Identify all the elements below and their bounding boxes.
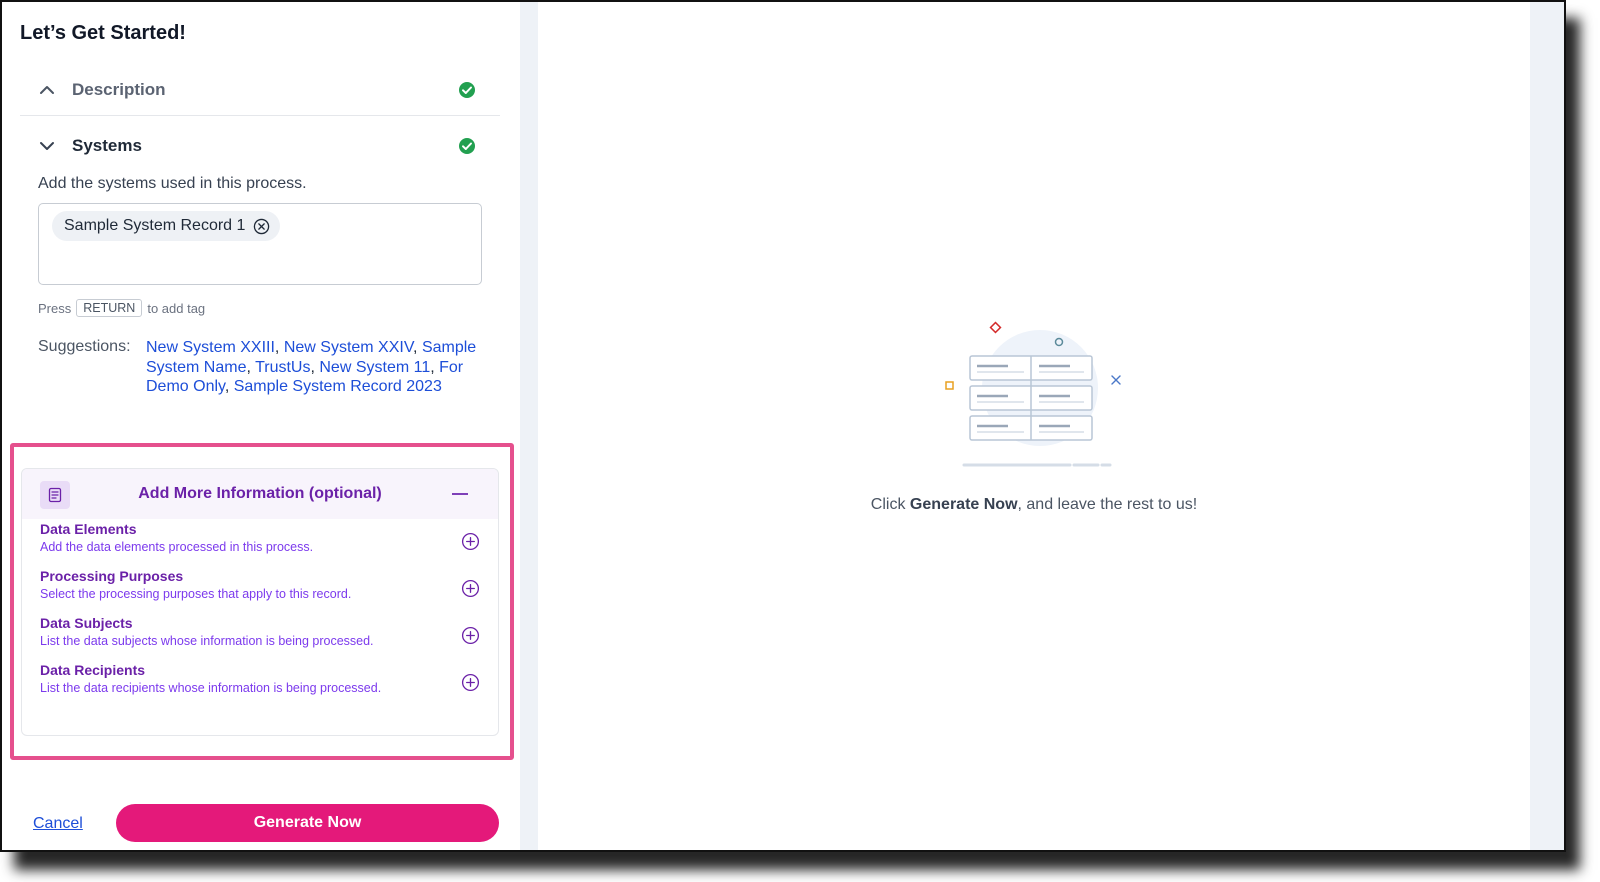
check-circle-icon (459, 81, 475, 98)
more-info-item-processing-purposes[interactable]: Processing Purposes Select the processin… (40, 568, 480, 601)
more-info-item-data-elements[interactable]: Data Elements Add the data elements proc… (40, 521, 480, 554)
generate-now-button[interactable]: Generate Now (116, 804, 499, 842)
plus-circle-icon[interactable] (461, 626, 480, 645)
more-info-card: Add More Information (optional) Data Ele… (21, 468, 499, 736)
item-title: Data Elements (40, 521, 137, 537)
tag-hint: Press RETURN to add tag (38, 299, 205, 317)
item-desc: List the data subjects whose information… (40, 634, 374, 648)
window-edge (1530, 2, 1564, 850)
plus-circle-icon[interactable] (461, 532, 480, 551)
empty-bold: Generate Now (909, 496, 1018, 513)
empty-state-text: Click Generate Now, and leave the rest t… (538, 496, 1530, 514)
empty-prefix: Click (870, 496, 906, 513)
item-title: Processing Purposes (40, 568, 184, 584)
accordion-description[interactable]: Description (20, 64, 500, 116)
return-key: RETURN (76, 299, 143, 317)
suggestion-link[interactable]: New System 11 (319, 359, 430, 376)
accordion-systems-label: Systems (72, 136, 142, 155)
check-circle-icon (459, 138, 475, 154)
accordion-systems[interactable]: Systems (20, 120, 500, 172)
panel-gutter (520, 2, 538, 850)
more-info-item-data-subjects[interactable]: Data Subjects List the data subjects who… (40, 615, 480, 648)
item-desc: Select the processing purposes that appl… (40, 587, 352, 601)
suggestions-label: Suggestions: (38, 338, 131, 355)
suggestions-list: New System XXIII, New System XXIV, Sampl… (146, 339, 477, 395)
more-info-item-data-recipients[interactable]: Data Recipients List the data recipients… (40, 662, 480, 695)
system-tag: Sample System Record 1 (52, 211, 281, 241)
suggestion-link[interactable]: New System XXIII (146, 339, 275, 356)
accordion-description-label: Description (72, 79, 166, 99)
empty-state-illustration (945, 321, 1121, 467)
item-title: Data Recipients (40, 662, 146, 678)
hint-press: Press (38, 300, 72, 316)
preview-panel: Click Generate Now, and leave the rest t… (538, 8, 1530, 850)
systems-tag-input[interactable]: Sample System Record 1 (38, 203, 482, 285)
suggestion-link[interactable]: Sample System Record 2023 (234, 378, 442, 395)
chevron-down-icon (40, 142, 54, 150)
more-info-header[interactable]: Add More Information (optional) (22, 469, 498, 519)
suggestion-link[interactable]: TrustUs (255, 359, 310, 376)
more-info-title: Add More Information (optional) (138, 485, 382, 502)
document-icon (40, 481, 70, 509)
suggestion-link[interactable]: New System XXIV (284, 339, 413, 356)
form-panel: Let’s Get Started! Description Systems A… (2, 2, 520, 850)
minus-icon[interactable] (452, 493, 468, 495)
page-title: Let’s Get Started! (20, 22, 186, 44)
item-desc: Add the data elements processed in this … (40, 540, 314, 554)
empty-suffix: , and leave the rest to us! (1017, 496, 1198, 513)
hint-after: to add tag (147, 300, 206, 316)
chevron-up-icon (40, 85, 54, 94)
close-circle-icon[interactable] (253, 218, 270, 235)
app-window: Let’s Get Started! Description Systems A… (0, 0, 1566, 852)
systems-help-text: Add the systems used in this process. (38, 175, 307, 192)
item-desc: List the data recipients whose informati… (40, 681, 382, 695)
system-tag-label: Sample System Record 1 (64, 217, 246, 234)
plus-circle-icon[interactable] (461, 673, 480, 692)
item-title: Data Subjects (40, 615, 133, 631)
cancel-button[interactable]: Cancel (33, 815, 83, 833)
plus-circle-icon[interactable] (461, 579, 480, 598)
